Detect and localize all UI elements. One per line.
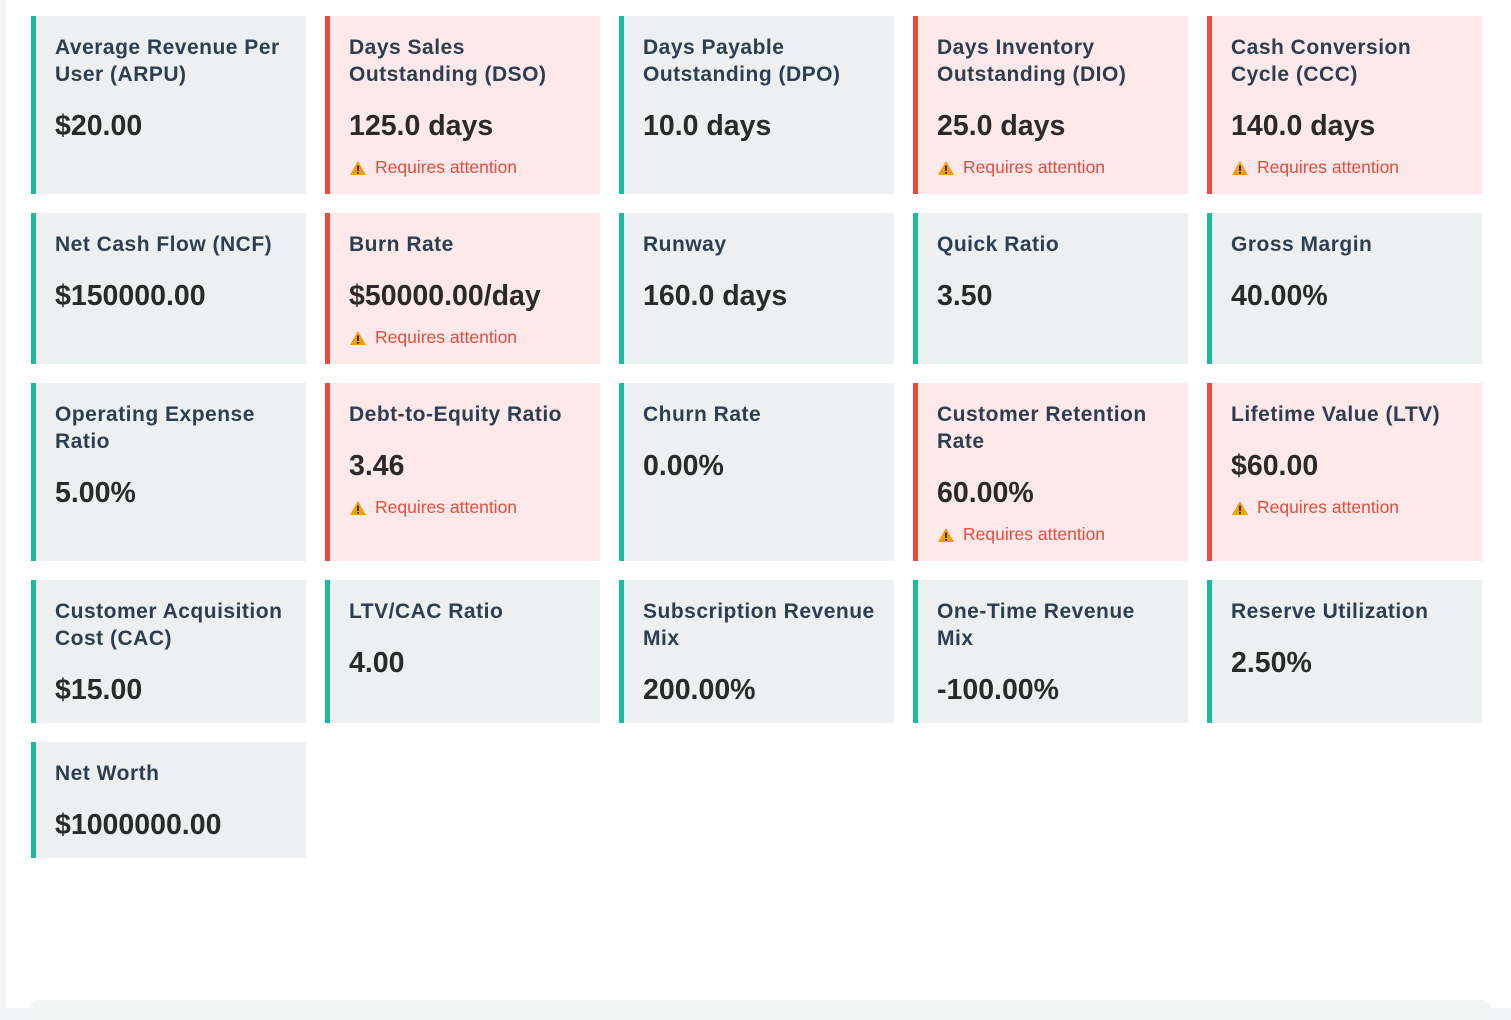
metric-card: Reserve Utilization 2.50% [1207, 580, 1482, 723]
warning-triangle-icon [1232, 500, 1248, 515]
metric-title: Quick Ratio [937, 233, 1060, 256]
metric-card: Cash Conversion Cycle (CCC) 140.0 days Req… [1207, 16, 1482, 194]
metric-value: 125.0 days [349, 110, 494, 142]
metric-card: Days Inventory Outstanding (DIO) 25.0 day… [913, 16, 1188, 194]
metric-card: Net Cash Flow (NCF) $150000.00 [31, 213, 306, 364]
metric-card: Net Worth $1000000.00 [31, 742, 306, 858]
metrics-grid: Average Revenue Per User (ARPU) $20.00 Day… [31, 16, 1482, 858]
metric-value: 25.0 days [937, 110, 1066, 142]
attention-label: Requires attention [1257, 497, 1400, 517]
metric-title: Net Cash Flow (NCF) [55, 233, 273, 256]
metric-title: Days Payable Outstanding (DPO) [643, 36, 841, 86]
metric-title: Burn Rate [349, 233, 454, 256]
metric-title: Gross Margin [1231, 233, 1373, 256]
metric-title: Debt-to-Equity Ratio [349, 403, 562, 426]
attention-warning: Requires attention [349, 497, 582, 518]
metric-card: Lifetime Value (LTV) $60.00 Requires atten… [1207, 383, 1482, 561]
metric-title: Days Sales Outstanding (DSO) [349, 36, 547, 86]
metric-title: Subscription Revenue Mix [643, 600, 875, 650]
metric-card: Quick Ratio 3.50 [913, 213, 1188, 364]
metric-card: Gross Margin 40.00% [1207, 213, 1482, 364]
metric-value: 140.0 days [1231, 110, 1376, 142]
metric-card: Average Revenue Per User (ARPU) $20.00 [31, 16, 306, 194]
attention-warning: Requires attention [349, 157, 582, 178]
metric-card: Days Sales Outstanding (DSO) 125.0 days Re… [325, 16, 600, 194]
attention-label: Requires attention [1257, 157, 1400, 177]
attention-warning: Requires attention [349, 327, 582, 348]
page: Average Revenue Per User (ARPU) $20.00 Day… [6, 0, 1511, 1020]
attention-label: Requires attention [375, 157, 518, 177]
metric-value: 10.0 days [643, 110, 772, 142]
metric-value: 2.50% [1231, 647, 1312, 679]
metric-title: Cash Conversion Cycle (CCC) [1231, 36, 1412, 86]
metric-card: Burn Rate $50000.00/day Requires attention [325, 213, 600, 364]
metric-title: Runway [643, 233, 727, 256]
metric-value: 160.0 days [643, 280, 788, 312]
metric-title: Customer Retention Rate [937, 403, 1147, 453]
metric-title: Lifetime Value (LTV) [1231, 403, 1441, 426]
metric-value: $60.00 [1231, 450, 1319, 482]
metric-title: LTV/CAC Ratio [349, 600, 504, 623]
metric-card: One-Time Revenue Mix -100.00% [913, 580, 1188, 723]
warning-triangle-icon [938, 527, 954, 542]
metric-card: Churn Rate 0.00% [619, 383, 894, 561]
metric-value: $20.00 [55, 110, 143, 142]
metric-title: Days Inventory Outstanding (DIO) [937, 36, 1127, 86]
metric-value: 4.00 [349, 647, 405, 679]
metric-value: 60.00% [937, 477, 1034, 509]
warning-triangle-icon [350, 500, 366, 515]
warning-triangle-icon [1232, 160, 1248, 175]
metric-value: -100.00% [937, 674, 1060, 706]
metric-value: $15.00 [55, 674, 143, 706]
metric-title: Customer Acquisition Cost (CAC) [55, 600, 283, 650]
attention-label: Requires attention [375, 327, 518, 347]
attention-warning: Requires attention [1231, 497, 1464, 518]
metric-card: Customer Retention Rate 60.00% Requires at… [913, 383, 1188, 561]
metric-value: 5.00% [55, 477, 136, 509]
metric-title: One-Time Revenue Mix [937, 600, 1135, 650]
metric-value: $50000.00/day [349, 280, 541, 312]
metric-value: $150000.00 [55, 280, 206, 312]
metric-title: Net Worth [55, 762, 160, 785]
metric-card: Subscription Revenue Mix 200.00% [619, 580, 894, 723]
metric-value: $1000000.00 [55, 809, 222, 841]
next-section-container [31, 1000, 1491, 1020]
metric-card: Operating Expense Ratio 5.00% [31, 383, 306, 561]
metric-title: Operating Expense Ratio [55, 403, 255, 453]
warning-triangle-icon [938, 160, 954, 175]
metric-value: 3.46 [349, 450, 405, 482]
attention-warning: Requires attention [937, 524, 1170, 545]
metric-title: Average Revenue Per User (ARPU) [55, 36, 280, 86]
metric-value: 0.00% [643, 450, 724, 482]
metric-card: Debt-to-Equity Ratio 3.46 Requires attenti… [325, 383, 600, 561]
warning-triangle-icon [350, 330, 366, 345]
metric-value: 3.50 [937, 280, 993, 312]
warning-triangle-icon [350, 160, 366, 175]
metric-card: LTV/CAC Ratio 4.00 [325, 580, 600, 723]
metric-value: 40.00% [1231, 280, 1328, 312]
attention-warning: Requires attention [937, 157, 1170, 178]
attention-label: Requires attention [963, 157, 1106, 177]
metric-card: Days Payable Outstanding (DPO) 10.0 days [619, 16, 894, 194]
attention-label: Requires attention [375, 497, 518, 517]
attention-label: Requires attention [963, 524, 1106, 544]
metric-title: Reserve Utilization [1231, 600, 1429, 623]
metric-title: Churn Rate [643, 403, 762, 426]
metric-value: 200.00% [643, 674, 756, 706]
metric-card: Runway 160.0 days [619, 213, 894, 364]
metric-card: Customer Acquisition Cost (CAC) $15.00 [31, 580, 306, 723]
attention-warning: Requires attention [1231, 157, 1464, 178]
